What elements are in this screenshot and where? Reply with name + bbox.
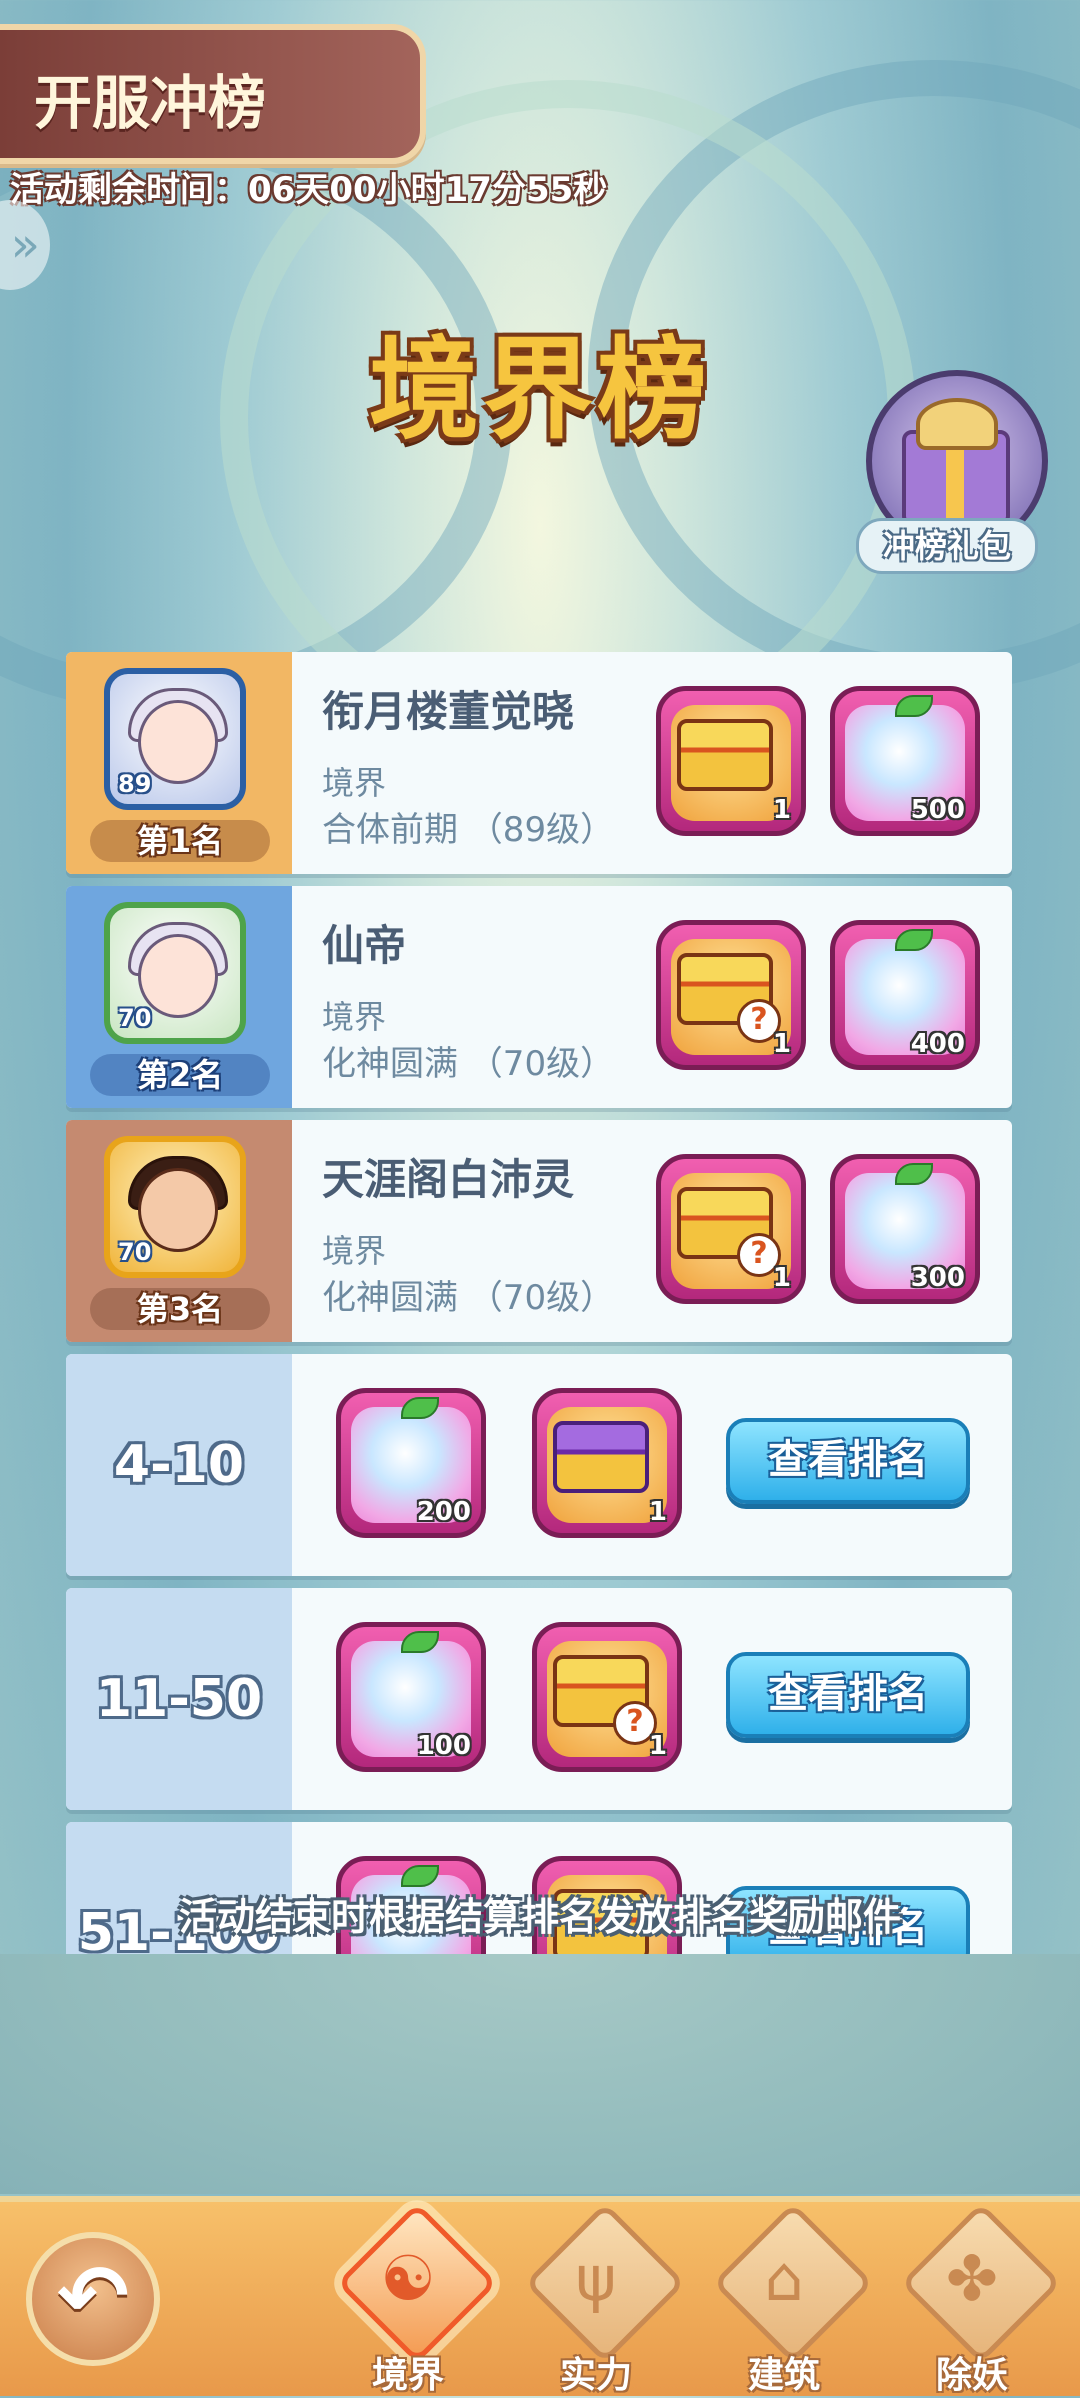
player-avatar[interactable]: 70	[104, 1136, 246, 1278]
gift-pack-label: 冲榜礼包	[856, 518, 1038, 574]
page-title: 开服冲榜	[34, 69, 267, 137]
tier-row-4-10: 4-10 200 1 查看排名	[66, 1354, 1012, 1576]
rank-column: 70 第3名	[66, 1120, 292, 1342]
tab-power[interactable]: ψ 实力	[518, 2202, 686, 2396]
bottom-nav-bar: ↶ ☯ 境界 ψ 实力 ⌂ 建筑 ✤ 除妖	[0, 2196, 1080, 2396]
reward-quantity: 300	[910, 1263, 965, 1293]
tab-label: 除妖	[935, 2355, 1008, 2396]
realm-label: 境界	[322, 764, 387, 802]
realm-label: 境界	[322, 998, 387, 1036]
reward-mystery-chest[interactable]: ? 1	[656, 1154, 806, 1304]
countdown-timer: 活动剩余时间：06天00小时17分55秒	[10, 170, 608, 210]
treasure-chest-icon	[677, 719, 773, 791]
avatar-level: 70	[118, 1238, 152, 1266]
reward-mystery-chest[interactable]: ? 1	[656, 920, 806, 1070]
tab-building[interactable]: ⌂ 建筑	[706, 2202, 874, 2396]
ranking-list[interactable]: 89 第1名 衔月楼董觉晓 境界 合体前期 （89级） 1 500 70 第2名	[66, 652, 1012, 1954]
rank-row-3: 70 第3名 天涯阁白沛灵 境界 化神圆满 （70级） ? 1 300	[66, 1120, 1012, 1342]
rank-column: 4-10	[66, 1354, 292, 1576]
player-avatar[interactable]: 70	[104, 902, 246, 1044]
rank-column: 70 第2名	[66, 886, 292, 1108]
tab-label: 境界	[371, 2355, 444, 2396]
purple-chest-icon	[553, 1421, 649, 1493]
tier-row-11-50: 11-50 100 ? 1 查看排名	[66, 1588, 1012, 1810]
paw-icon: ✤	[946, 2242, 998, 2315]
reward-quantity: 1	[648, 1497, 667, 1527]
avatar-level: 70	[118, 1004, 152, 1032]
reward-spirit-fruit[interactable]: 100	[336, 1622, 486, 1772]
reward-quantity: 200	[416, 1497, 471, 1527]
tab-realm[interactable]: ☯ 境界	[330, 2202, 498, 2396]
player-name: 衔月楼董觉晓	[322, 687, 575, 736]
tab-demon-hunt[interactable]: ✤ 除妖	[894, 2202, 1062, 2396]
reward-quantity: 1	[772, 1263, 791, 1293]
tier-range: 11-50	[95, 1669, 263, 1729]
pagoda-icon: ⌂	[764, 2242, 804, 2315]
gift-bow-icon	[916, 398, 998, 450]
title-banner: 开服冲榜	[0, 24, 426, 164]
rank-column: 89 第1名	[66, 652, 292, 874]
reward-quantity: 1	[772, 1029, 791, 1059]
yin-yang-icon: ☯	[380, 2242, 436, 2315]
player-name: 天涯阁白沛灵	[322, 1155, 575, 1204]
realm-value: 化神圆满 （70级）	[322, 1044, 615, 1084]
reward-spirit-fruit[interactable]: 400	[830, 920, 980, 1070]
reward-spirit-fruit[interactable]: 200	[336, 1388, 486, 1538]
reward-quantity: 400	[910, 1029, 965, 1059]
place-badge: 第3名	[90, 1288, 270, 1330]
view-ranking-button[interactable]: 查看排名	[726, 1652, 970, 1738]
rank-row-2: 70 第2名 仙帝 境界 化神圆满 （70级） ? 1 400	[66, 886, 1012, 1108]
realm-label: 境界	[322, 1232, 387, 1270]
reward-purple-chest[interactable]: 1	[532, 1388, 682, 1538]
gift-pack-button[interactable]: 冲榜礼包	[856, 370, 1048, 574]
realm-value: 合体前期 （89级）	[322, 810, 615, 850]
player-name: 仙帝	[322, 921, 407, 970]
tab-label: 实力	[559, 2355, 632, 2396]
reward-treasure-chest[interactable]: 1	[656, 686, 806, 836]
reward-spirit-fruit[interactable]: 500	[830, 686, 980, 836]
list-footer-shade	[0, 1954, 1080, 2194]
reward-mail-notice: 活动结束时根据结算排名发放排名奖励邮件	[178, 1895, 901, 1939]
view-ranking-button[interactable]: 查看排名	[726, 1418, 970, 1504]
tier-range: 4-10	[113, 1435, 245, 1495]
reward-spirit-fruit[interactable]: 300	[830, 1154, 980, 1304]
reward-quantity: 1	[648, 1731, 667, 1761]
place-badge: 第1名	[90, 820, 270, 862]
tab-label: 建筑	[747, 2355, 820, 2396]
trident-icon: ψ	[575, 2242, 617, 2315]
player-avatar[interactable]: 89	[104, 668, 246, 810]
place-badge: 第2名	[90, 1054, 270, 1096]
reward-mystery-chest[interactable]: ? 1	[532, 1622, 682, 1772]
back-arrow-icon[interactable]: ↶	[26, 2232, 160, 2366]
reward-quantity: 500	[910, 795, 965, 825]
reward-quantity: 1	[772, 795, 791, 825]
rank-column: 11-50	[66, 1588, 292, 1810]
avatar-level: 89	[118, 770, 152, 798]
rank-row-1: 89 第1名 衔月楼董觉晓 境界 合体前期 （89级） 1 500	[66, 652, 1012, 874]
realm-value: 化神圆满 （70级）	[322, 1278, 615, 1318]
reward-quantity: 100	[416, 1731, 471, 1761]
